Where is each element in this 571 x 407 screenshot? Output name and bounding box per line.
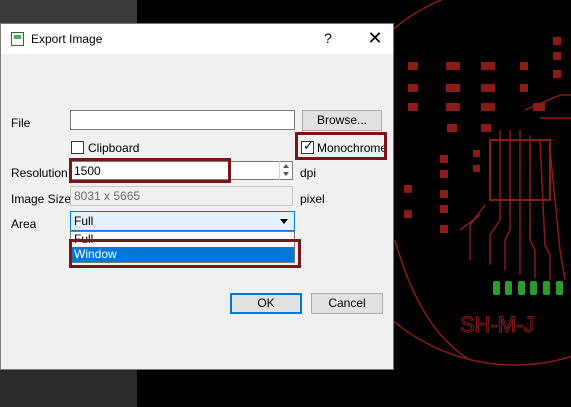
help-button[interactable]: ? xyxy=(319,30,337,48)
image-size-label: Image Size xyxy=(11,192,72,206)
pcb-pads-red xyxy=(404,37,561,233)
resolution-highlight-box xyxy=(69,158,231,183)
pcb-traces xyxy=(459,94,571,281)
dialog-titlebar[interactable]: Export Image ? ✕ xyxy=(1,24,393,54)
clipboard-checkbox[interactable] xyxy=(71,141,84,154)
ok-button[interactable]: OK xyxy=(230,293,302,314)
pcb-pads-green xyxy=(493,281,563,295)
file-path-input[interactable] xyxy=(70,110,295,130)
chevron-down-icon[interactable] xyxy=(280,219,288,224)
file-label: File xyxy=(11,116,31,130)
silkscreen-label: SH-M-J xyxy=(460,312,535,337)
area-select[interactable]: Full xyxy=(70,211,295,231)
dialog-title: Export Image xyxy=(31,32,103,46)
resolution-label: Resolution xyxy=(11,166,68,180)
image-size-unit: pixel xyxy=(300,192,325,206)
area-label: Area xyxy=(11,217,37,231)
spin-up-icon[interactable] xyxy=(283,164,289,168)
browse-button[interactable]: Browse... xyxy=(302,110,382,131)
close-button[interactable]: ✕ xyxy=(365,28,385,48)
export-image-dialog: Export Image ? ✕ File Browse... Clipboar… xyxy=(0,23,394,370)
app-icon xyxy=(11,32,24,46)
monochrome-highlight-box xyxy=(295,132,387,160)
cancel-button[interactable]: Cancel xyxy=(311,293,383,314)
spin-down-icon[interactable] xyxy=(283,172,289,176)
area-selected-value: Full xyxy=(74,214,94,228)
image-size-field: 8031 x 5665 xyxy=(70,186,293,206)
clipboard-label: Clipboard xyxy=(88,141,140,155)
window-option-highlight-box xyxy=(69,239,301,268)
resolution-spinner[interactable] xyxy=(279,161,292,180)
resolution-unit: dpi xyxy=(300,166,317,180)
